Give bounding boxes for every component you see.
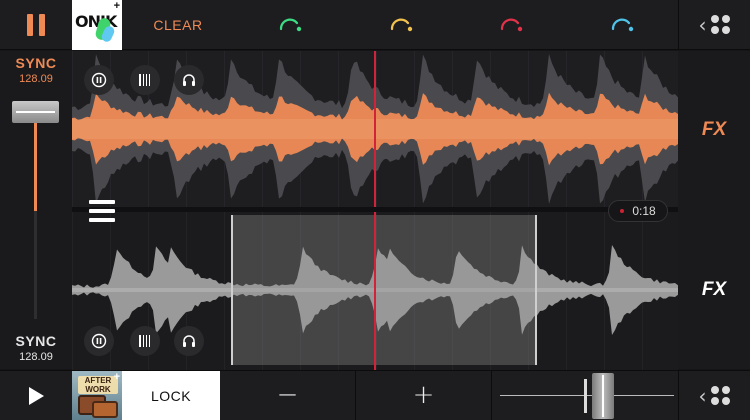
sync-label: SYNC bbox=[15, 333, 57, 349]
pitch-slider-handle[interactable] bbox=[12, 101, 59, 123]
crossfader-handle[interactable] bbox=[592, 373, 614, 419]
circle-pause-icon bbox=[91, 333, 107, 349]
play-icon bbox=[29, 387, 44, 405]
crossfader-track bbox=[500, 395, 674, 396]
minus-button[interactable]: − bbox=[220, 371, 356, 420]
crossfader-center-mark bbox=[584, 379, 587, 413]
bottom-bar: AFTER WORK + LOCK − + ‹ bbox=[0, 370, 750, 420]
deck-a-cue-pause-button[interactable] bbox=[84, 65, 114, 95]
bpm-readout: 128.09 bbox=[19, 351, 53, 363]
deck-b-waveform[interactable]: 0:18 bbox=[72, 200, 678, 370]
waveform-a bbox=[72, 51, 678, 207]
crossfader[interactable] bbox=[496, 371, 678, 420]
deck-b-sync-button[interactable]: SYNC 128.09 bbox=[0, 333, 72, 363]
grid-menu-icon bbox=[710, 386, 731, 406]
pause-icon bbox=[27, 14, 33, 36]
deck-b-cover[interactable]: AFTER WORK + bbox=[72, 371, 122, 420]
headphones-icon bbox=[183, 74, 195, 86]
beatgrid-icon bbox=[139, 74, 150, 86]
add-track-icon[interactable]: + bbox=[114, 371, 120, 383]
deck-a-fx-button[interactable]: FX bbox=[678, 119, 750, 141]
deck-a-cover[interactable]: ONIK + bbox=[72, 0, 122, 50]
add-track-icon[interactable]: + bbox=[114, 0, 120, 12]
play-button[interactable] bbox=[0, 371, 72, 420]
fx-knob-yellow[interactable] bbox=[389, 14, 413, 36]
deck-a-waveform[interactable] bbox=[72, 51, 678, 207]
grid-menu-button-bottom[interactable]: ‹ bbox=[678, 371, 750, 420]
pause-button[interactable] bbox=[0, 0, 72, 50]
deck-a-beatgrid-button[interactable] bbox=[130, 65, 160, 95]
beatgrid-icon bbox=[139, 335, 150, 347]
chevron-left-icon: ‹ bbox=[698, 13, 707, 37]
headphones-icon bbox=[183, 335, 195, 347]
sync-label: SYNC bbox=[15, 55, 57, 71]
deck-a-headphones-button[interactable] bbox=[174, 65, 204, 95]
pitch-slider-fill bbox=[34, 111, 37, 211]
hamburger-icon[interactable] bbox=[89, 200, 115, 222]
fx-knob-green[interactable] bbox=[278, 14, 302, 36]
deck-b-cue-pause-button[interactable] bbox=[84, 326, 114, 356]
fx-panel: FX FX bbox=[678, 51, 750, 369]
deck-b-fx-button[interactable]: FX bbox=[678, 279, 750, 301]
cover-title: AFTER WORK bbox=[78, 376, 118, 394]
pitch-panel: SYNC 128.09 SYNC 128.09 bbox=[0, 51, 72, 369]
lock-button[interactable]: LOCK bbox=[122, 371, 220, 420]
fx-knob-red[interactable] bbox=[499, 14, 523, 36]
deck-b-headphones-button[interactable] bbox=[174, 326, 204, 356]
chevron-left-icon: ‹ bbox=[698, 384, 707, 408]
deck-b-beatgrid-button[interactable] bbox=[130, 326, 160, 356]
time-readout: 0:18 bbox=[632, 204, 656, 218]
grid-menu-button[interactable]: ‹ bbox=[678, 0, 750, 50]
deck-b-playhead bbox=[374, 212, 376, 370]
time-display: 0:18 bbox=[608, 200, 668, 222]
deck-a-sync-button[interactable]: SYNC 128.09 bbox=[0, 55, 72, 85]
plus-button[interactable]: + bbox=[356, 371, 492, 420]
circle-pause-icon bbox=[91, 72, 107, 88]
fx-knob-blue[interactable] bbox=[610, 14, 634, 36]
grid-menu-icon bbox=[710, 15, 731, 35]
clear-button[interactable]: CLEAR bbox=[140, 0, 216, 50]
loop-region[interactable] bbox=[231, 215, 537, 365]
top-bar: ONIK + CLEAR ‹ bbox=[0, 0, 750, 50]
bpm-readout: 128.09 bbox=[19, 73, 53, 85]
